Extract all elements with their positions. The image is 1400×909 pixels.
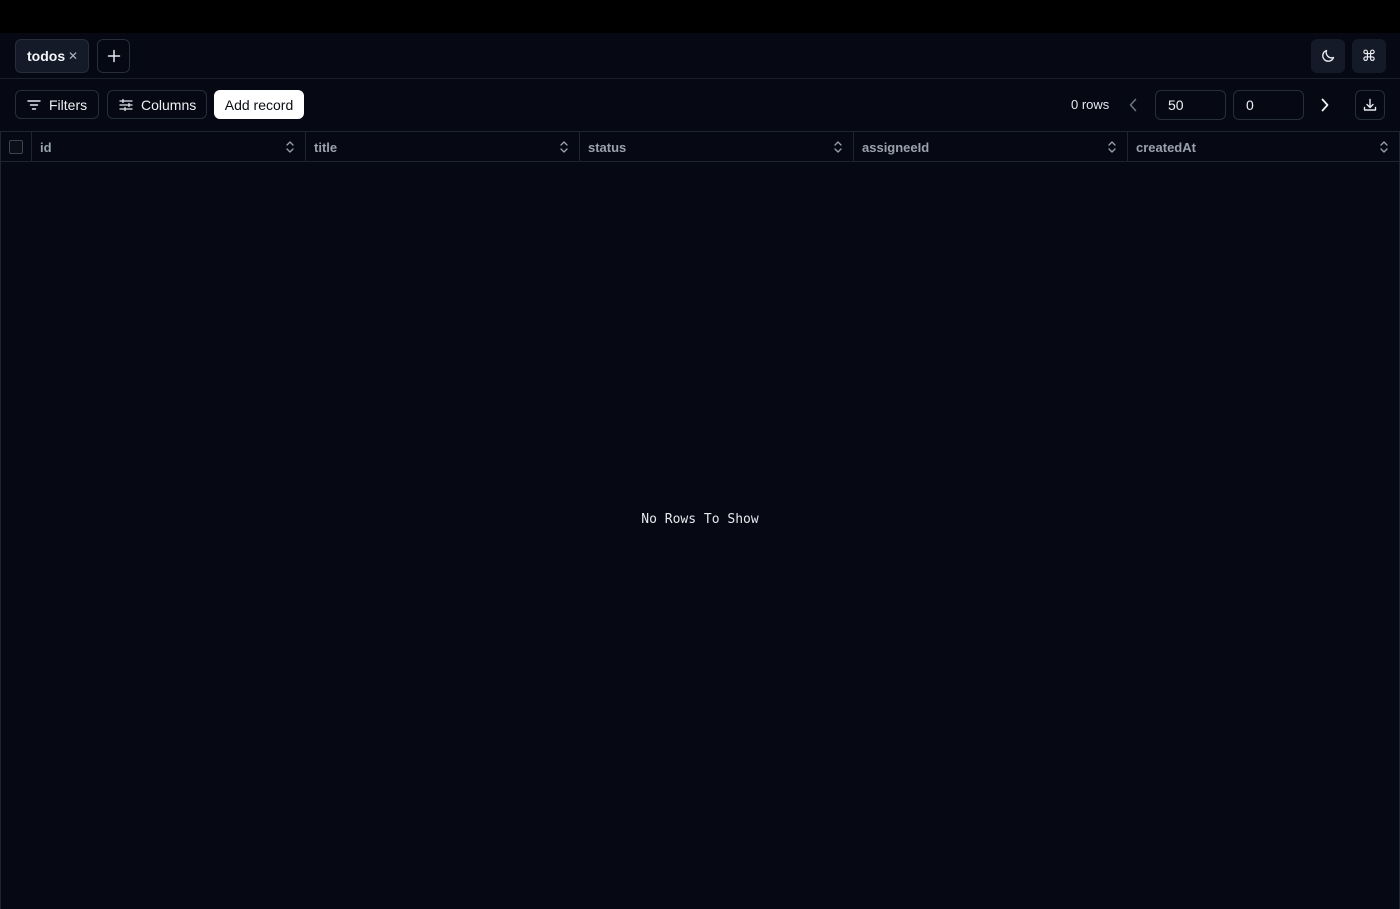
data-grid: id title status assigneeId createdAt No … [0, 131, 1400, 909]
column-header-label: status [588, 139, 627, 155]
filter-icon [27, 99, 41, 110]
next-page-button[interactable] [1315, 94, 1335, 116]
column-header-label: title [314, 139, 338, 155]
grid-header: id title status assigneeId createdAt [1, 132, 1399, 162]
tab-todos[interactable]: todos ✕ [15, 39, 89, 73]
tab-label: todos [27, 48, 66, 64]
filters-button[interactable]: Filters [15, 90, 99, 119]
command-menu-button[interactable]: ⌘ [1352, 39, 1386, 73]
moon-icon [1322, 49, 1335, 62]
page-size-input[interactable] [1155, 90, 1226, 120]
sort-icon[interactable] [1107, 140, 1117, 154]
offset-input[interactable] [1233, 90, 1304, 120]
rows-count: 0 rows [1071, 97, 1110, 112]
add-record-button[interactable]: Add record [214, 90, 304, 119]
columns-button[interactable]: Columns [107, 90, 207, 119]
sort-icon[interactable] [1379, 140, 1389, 154]
sort-icon[interactable] [833, 140, 843, 154]
add-tab-button[interactable] [97, 39, 130, 73]
sliders-icon [119, 98, 133, 111]
window-top-strip [0, 0, 1400, 33]
select-all-checkbox[interactable] [9, 140, 23, 154]
command-icon: ⌘ [1361, 47, 1377, 65]
select-all-cell [1, 132, 32, 162]
filters-label: Filters [49, 96, 88, 113]
column-header-label: createdAt [1136, 139, 1196, 155]
download-button[interactable] [1355, 90, 1385, 120]
column-header-assigneeid[interactable]: assigneeId [854, 132, 1128, 162]
column-header-label: id [40, 139, 52, 155]
toolbar: Filters Columns Add record 0 rows [0, 79, 1400, 131]
theme-toggle-button[interactable] [1311, 39, 1345, 73]
column-header-label: assigneeId [862, 139, 930, 155]
column-header-createdat[interactable]: createdAt [1128, 132, 1399, 162]
empty-state-message: No Rows To Show [641, 512, 759, 527]
column-header-id[interactable]: id [32, 132, 306, 162]
plus-icon [107, 49, 120, 63]
close-icon[interactable]: ✕ [67, 49, 79, 63]
previous-page-button[interactable] [1123, 94, 1143, 116]
tab-bar: todos ✕ ⌘ [0, 33, 1400, 79]
chevron-left-icon [1129, 98, 1137, 112]
column-header-title[interactable]: title [306, 132, 580, 162]
sort-icon[interactable] [285, 140, 295, 154]
download-icon [1363, 98, 1377, 111]
columns-label: Columns [141, 96, 197, 113]
chevron-right-icon [1321, 98, 1329, 112]
sort-icon[interactable] [559, 140, 569, 154]
column-header-status[interactable]: status [580, 132, 854, 162]
add-record-label: Add record [224, 96, 294, 113]
